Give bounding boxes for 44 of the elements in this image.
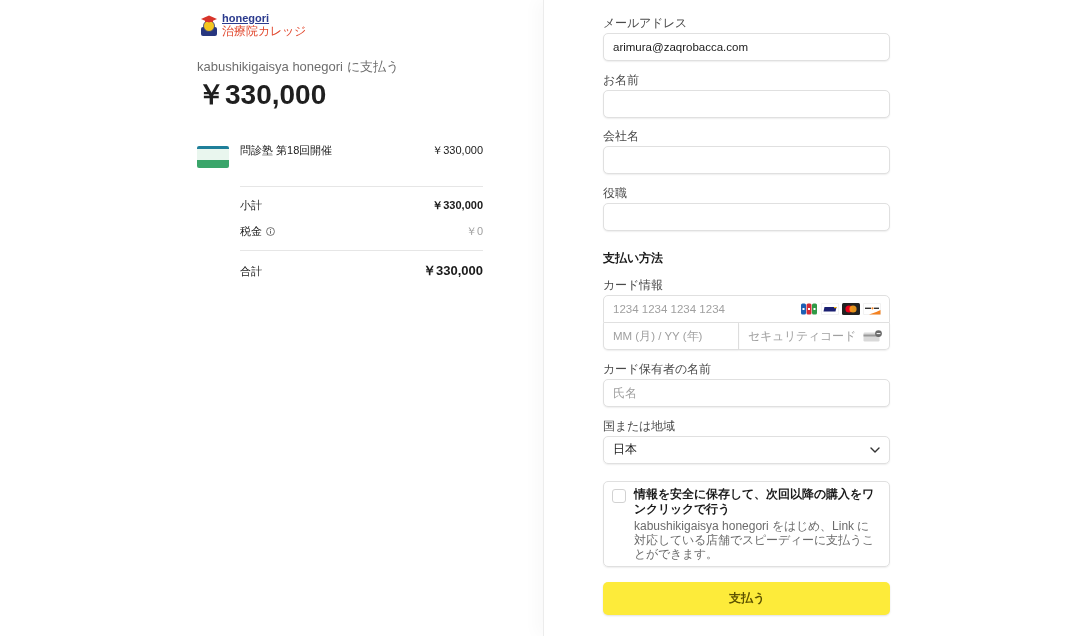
summary-label: 合計 xyxy=(240,264,262,279)
field-label: 役職 xyxy=(603,185,628,200)
field-label: 会社名 xyxy=(603,129,640,143)
pay-to-text: kabushikigaisya honegori に支払う xyxy=(197,59,400,75)
visa-logo-icon xyxy=(821,302,839,315)
card-cvc-icon xyxy=(863,329,883,342)
save-info-title: 情報を安全に保存して、次回以降の購入をワンクリックで行う xyxy=(634,486,875,517)
expiry-date-field[interactable]: MM (月) / YY (年) xyxy=(603,322,739,350)
mastercard-logo-icon xyxy=(842,302,860,315)
summary-value: ￥0 xyxy=(465,224,483,238)
chevron-down-icon xyxy=(870,446,880,453)
summary-label: 小計 xyxy=(240,198,262,212)
discover-logo-icon xyxy=(863,302,881,315)
field-label: お名前 xyxy=(603,72,640,87)
item-price: ￥330,000 xyxy=(432,143,483,157)
mascot-logo-icon xyxy=(200,14,218,36)
logo-wordmark: honegori xyxy=(222,12,271,24)
save-info-description: kabushikigaisya honegori をはじめ、Link に対応している店舗でスピーディーに支払うことができます。 xyxy=(634,518,875,561)
security-code-field[interactable]: セキュリティコード xyxy=(739,322,890,350)
field-label: カード情報 xyxy=(603,277,664,292)
summary-value: ￥330,000 xyxy=(423,263,483,279)
summary-value: ￥330,000 xyxy=(432,198,483,212)
country-select[interactable]: 日本 xyxy=(603,435,890,464)
field-label: メールアドレス xyxy=(603,16,688,30)
cardholder-name-field[interactable]: 氏名 xyxy=(603,378,890,407)
summary-label: 税金 xyxy=(240,224,262,238)
field-label: カード保有者の名前 xyxy=(603,361,712,376)
field-label: 国または地域 xyxy=(603,418,676,433)
company-field[interactable] xyxy=(603,146,890,174)
name-field[interactable] xyxy=(603,89,890,118)
total-amount: ￥330,000 xyxy=(197,79,328,111)
save-info-checkbox[interactable] xyxy=(612,488,626,503)
info-icon[interactable] xyxy=(266,226,275,236)
security-code-input[interactable]: セキュリティコード xyxy=(739,322,863,349)
section-heading: 支払い方法 xyxy=(603,249,664,266)
jcb-logo-icon xyxy=(800,302,818,315)
email-field[interactable]: arimura@zaqrobacca.com xyxy=(603,33,890,61)
card-number-field[interactable]: 1234 1234 1234 1234 xyxy=(603,294,890,323)
item-name: 問診塾 第18回開催 xyxy=(240,143,334,157)
card-number-input[interactable]: 1234 1234 1234 1234 xyxy=(604,295,800,322)
logo-tagline: 治療院カレッジ xyxy=(222,24,306,38)
job-title-field[interactable] xyxy=(603,202,890,231)
pay-button[interactable]: 支払う xyxy=(603,581,890,615)
product-image-placeholder xyxy=(197,146,229,168)
